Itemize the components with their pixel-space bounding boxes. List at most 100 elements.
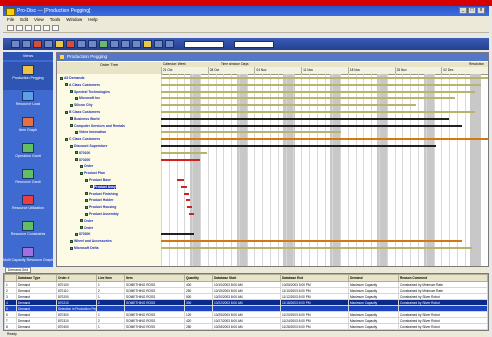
- arrow-icon[interactable]: [44, 40, 53, 48]
- tree-node[interactable]: Silicon City: [70, 103, 92, 107]
- gantt-operation-bar[interactable]: [183, 192, 189, 195]
- grid-column-header[interactable]: Demand: [348, 274, 399, 282]
- sidebar-item-resource-constraints[interactable]: Resource Constraints: [3, 218, 53, 246]
- menu-tools[interactable]: Tools: [50, 16, 61, 23]
- sidebar-item-operation-gantt[interactable]: Operation Gantt: [3, 140, 53, 168]
- grid-column-header[interactable]: Line Item: [96, 274, 125, 282]
- menu-help[interactable]: Help: [88, 16, 97, 23]
- gantt-bar[interactable]: [161, 111, 475, 113]
- grid-icon[interactable]: [11, 40, 20, 48]
- sidebar-item-resource-gantt[interactable]: Resource Gantt: [3, 166, 53, 194]
- gantt-bar[interactable]: [161, 145, 436, 147]
- tree-node[interactable]: C Class Customers: [65, 137, 100, 141]
- gantt-operation-bar[interactable]: [188, 213, 194, 215]
- gantt-bar[interactable]: [161, 90, 475, 93]
- stop-icon[interactable]: [33, 40, 42, 48]
- gantt-bar[interactable]: [161, 104, 417, 107]
- tree-node[interactable]: Wheel and Accessories: [70, 239, 112, 243]
- grid-column-header[interactable]: Reason Comment: [398, 274, 488, 282]
- tree-node[interactable]: B Class Customers: [65, 110, 100, 114]
- print-icon[interactable]: [34, 25, 41, 31]
- filter-icon[interactable]: [88, 40, 97, 48]
- tree-node[interactable]: Product Base: [85, 178, 111, 182]
- open-icon[interactable]: [16, 25, 23, 31]
- tree-node[interactable]: Discount Superstore: [70, 144, 107, 148]
- grid-column-header[interactable]: Database End: [280, 274, 349, 282]
- tree-node[interactable]: Spectral Technologies: [70, 90, 110, 94]
- tree-node[interactable]: Order: [80, 219, 93, 223]
- tree-node[interactable]: 870200: [75, 158, 90, 162]
- expand-icon[interactable]: [121, 40, 130, 48]
- sort-icon[interactable]: [143, 40, 152, 48]
- help-icon[interactable]: [52, 25, 59, 31]
- settings-icon[interactable]: [154, 40, 163, 48]
- folder-icon[interactable]: [55, 40, 64, 48]
- tree-node[interactable]: 870100: [75, 151, 90, 155]
- gantt-bar[interactable]: [161, 124, 462, 127]
- list-icon[interactable]: [22, 40, 31, 48]
- grid-column-header[interactable]: Database Start: [212, 274, 281, 282]
- menu-file[interactable]: File: [7, 16, 14, 23]
- tree-node[interactable]: Microsoft Delta: [70, 246, 99, 250]
- tree-node[interactable]: Product Assy: [90, 184, 116, 189]
- gantt-bar[interactable]: [161, 97, 456, 100]
- gantt-operation-bar[interactable]: [180, 185, 188, 188]
- minimize-button[interactable]: _: [459, 7, 467, 14]
- gantt-chart[interactable]: Calendar: Week Time window: Days Resolut…: [161, 62, 488, 266]
- gantt-bar[interactable]: [161, 77, 488, 79]
- save-icon[interactable]: [25, 25, 32, 31]
- tree-node[interactable]: Product Finishing: [85, 192, 118, 196]
- refresh-icon[interactable]: [99, 40, 108, 48]
- date-input[interactable]: [184, 40, 224, 48]
- sidebar-item-resource-utilization[interactable]: Resource Utilization: [3, 192, 53, 220]
- grid-column-header[interactable]: Order #: [56, 274, 97, 282]
- gantt-bar[interactable]: [161, 131, 341, 134]
- tree-node[interactable]: Business World: [70, 117, 100, 121]
- resource-input[interactable]: [234, 40, 274, 48]
- cut-icon[interactable]: [43, 25, 50, 31]
- grid-column-header[interactable]: [4, 274, 17, 282]
- gantt-bar[interactable]: [161, 247, 472, 249]
- gantt-operation-bar[interactable]: [187, 206, 193, 209]
- grid-column-header[interactable]: Item: [124, 274, 185, 282]
- chart-icon[interactable]: [110, 40, 119, 48]
- menu-edit[interactable]: Edit: [20, 16, 28, 23]
- collapse-icon[interactable]: [132, 40, 141, 48]
- sidebar-item-item-graph[interactable]: Item Graph: [3, 114, 53, 142]
- tree-node[interactable]: 870300: [75, 232, 90, 236]
- sidebar-item-pegging[interactable]: Production Pegging: [3, 62, 53, 90]
- demand-grid[interactable]: Database Type Order # Line Item Item Quantit…: [3, 273, 489, 331]
- tree-node[interactable]: Computer Services and Rentals: [70, 124, 125, 128]
- gantt-bar[interactable]: [161, 138, 488, 141]
- sidebar-item-resource-load[interactable]: Resource Load: [3, 88, 53, 116]
- new-icon[interactable]: [7, 25, 14, 31]
- tree-node[interactable]: Product Plan: [80, 171, 105, 175]
- tree-node[interactable]: All Demands: [60, 76, 85, 80]
- menu-view[interactable]: View: [34, 16, 44, 23]
- tree-node[interactable]: A Class Customers: [65, 83, 100, 87]
- gantt-operation-bar[interactable]: [185, 199, 191, 202]
- tree-node[interactable]: Order: [80, 164, 93, 168]
- grid-column-header[interactable]: Quantity: [184, 274, 213, 282]
- gantt-bar[interactable]: [161, 233, 194, 236]
- gantt-bar[interactable]: [161, 117, 449, 120]
- zoom-icon[interactable]: [77, 40, 86, 48]
- delete-icon[interactable]: [66, 40, 75, 48]
- tree-node[interactable]: Product Assembly: [85, 212, 119, 216]
- tree-node[interactable]: Product Holder: [85, 198, 114, 202]
- gantt-bar[interactable]: [161, 151, 207, 154]
- grid-column-header[interactable]: Database Type: [16, 274, 57, 282]
- find-icon[interactable]: [165, 40, 174, 48]
- tree-node[interactable]: Order: [80, 226, 93, 230]
- gantt-bar[interactable]: [161, 240, 462, 243]
- tree-node[interactable]: Product Housing: [85, 205, 116, 209]
- maximize-button[interactable]: □: [468, 7, 476, 14]
- close-button[interactable]: x: [477, 7, 485, 14]
- title-bar[interactable]: Pro-Disc — [Production Pegging] _ □ x: [3, 6, 489, 16]
- order-tree[interactable]: All Demands A Class Customers Spectral Tec…: [57, 74, 162, 266]
- gantt-bar[interactable]: [161, 158, 201, 161]
- tree-node[interactable]: Video Innovation: [75, 130, 106, 134]
- tree-node[interactable]: Microsoft Inc: [75, 96, 100, 100]
- gantt-bar[interactable]: [161, 83, 482, 86]
- gantt-operation-bar[interactable]: [177, 179, 184, 181]
